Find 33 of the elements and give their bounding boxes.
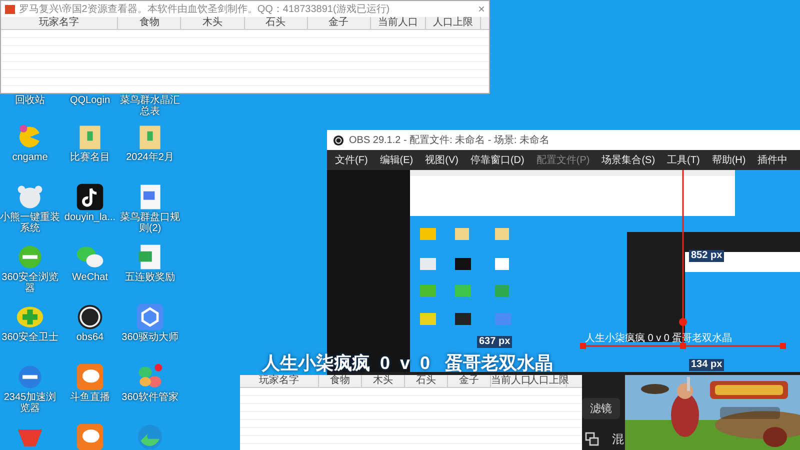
menu-item[interactable]: 停靠窗口(D): [470, 153, 524, 167]
app-icon: [5, 4, 15, 14]
column-header[interactable]: 石头: [244, 17, 308, 29]
music-note-icon[interactable]: [75, 182, 105, 212]
measurement-label: 852 px: [689, 250, 724, 262]
column-header[interactable]: 木头: [181, 17, 245, 29]
measurement-label: 134 px: [689, 359, 724, 371]
menu-item[interactable]: 工具(T): [667, 153, 700, 167]
column-header[interactable]: 食物: [319, 375, 362, 387]
column-header[interactable]: 当前人口: [370, 17, 426, 29]
column-header[interactable]: 人口上限: [426, 17, 482, 29]
menu-item[interactable]: 插件中: [758, 153, 788, 167]
filters-button[interactable]: 滤镜: [582, 398, 620, 419]
menu-item[interactable]: 视图(V): [425, 153, 458, 167]
window-title: 罗马复兴\帝国2资源查看器。本软件由血饮圣剑制作。QQ：418733891(游戏已运行): [19, 2, 391, 16]
column-header[interactable]: 人口上限: [529, 375, 567, 387]
column-header[interactable]: 木头: [362, 375, 405, 387]
column-header[interactable]: 金子: [448, 375, 491, 387]
measurement-label: 637 px: [477, 336, 512, 348]
menu-item[interactable]: 帮助(H): [712, 153, 746, 167]
column-header[interactable]: 金子: [308, 17, 371, 29]
column-header[interactable]: 玩家名字: [1, 17, 118, 29]
column-header[interactable]: 当前人口: [491, 375, 529, 387]
column-header[interactable]: 石头: [405, 375, 448, 387]
menu-item[interactable]: 场景集合(S): [602, 153, 656, 167]
menu-item[interactable]: 文件(F): [335, 153, 368, 167]
windows-icon[interactable]: [585, 432, 599, 446]
window-title: OBS 29.1.2 - 配置文件: 未命名 - 场景: 未命名: [349, 134, 550, 147]
column-header[interactable]: 玩家名字: [240, 375, 319, 387]
mixer-label: 混: [612, 431, 624, 448]
close-button[interactable]: ×: [478, 2, 485, 16]
column-header[interactable]: 食物: [118, 17, 182, 29]
menu-item[interactable]: 编辑(E): [380, 153, 414, 167]
